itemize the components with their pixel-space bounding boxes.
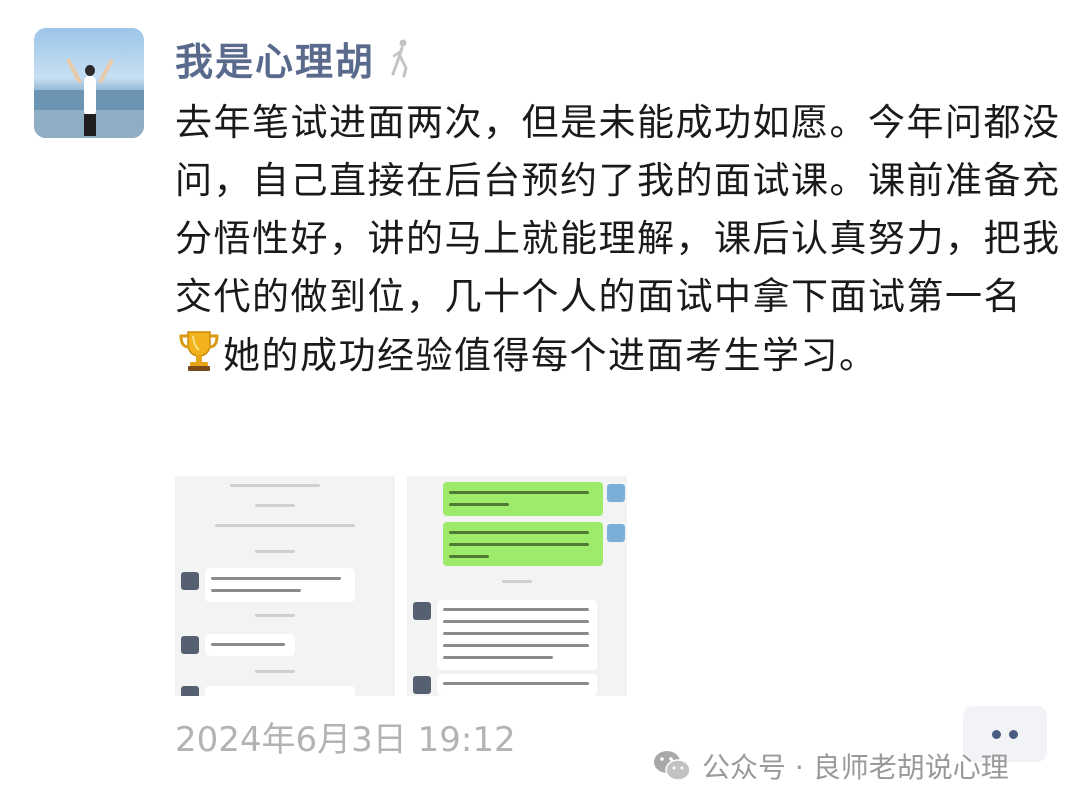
more-dots-icon bbox=[1009, 729, 1018, 739]
avatar-arm-right bbox=[98, 58, 114, 84]
post-text-part2: 她的成功经验值得每个进面考生学习。 bbox=[223, 334, 878, 377]
more-dots-icon bbox=[992, 729, 1001, 739]
time-line bbox=[255, 670, 295, 673]
text-line bbox=[443, 632, 589, 635]
trophy-icon bbox=[179, 331, 219, 371]
watermark: 公众号 · 良师老胡说心理 bbox=[652, 744, 1009, 788]
avatar-head bbox=[85, 65, 95, 76]
author-avatar[interactable] bbox=[34, 28, 144, 138]
avatar-legs bbox=[84, 114, 96, 136]
text-line bbox=[443, 620, 589, 623]
time-line bbox=[255, 614, 295, 617]
avatar-body bbox=[84, 76, 96, 116]
own-avatar bbox=[607, 524, 625, 542]
chat-bubble bbox=[437, 674, 597, 696]
text-line bbox=[443, 644, 589, 647]
avatar-arm-left bbox=[66, 58, 82, 84]
text-line bbox=[449, 543, 589, 546]
text-line bbox=[449, 491, 589, 494]
author-name[interactable]: 我是心理胡 bbox=[175, 31, 375, 86]
post-timestamp: 2024年6月3日 19:12 bbox=[175, 720, 516, 760]
walking-person-icon bbox=[391, 39, 408, 78]
text-line bbox=[443, 608, 589, 611]
chat-bubble bbox=[205, 568, 355, 602]
watermark-text: 公众号 · 良师老胡说心理 bbox=[702, 751, 1009, 784]
text-line bbox=[443, 656, 553, 659]
contact-avatar bbox=[413, 676, 431, 694]
contact-avatar bbox=[181, 686, 199, 696]
own-avatar bbox=[607, 484, 625, 502]
time-line bbox=[255, 550, 295, 553]
contact-avatar bbox=[181, 572, 199, 590]
chat-screenshot-1[interactable] bbox=[175, 476, 395, 696]
text-line bbox=[449, 531, 589, 534]
time-line bbox=[255, 504, 295, 507]
system-message-line bbox=[215, 524, 355, 527]
post-text: 去年笔试进面两次，但是未能成功如愿。今年问都没问，自己直接在后台预约了我的面试课… bbox=[175, 94, 1065, 385]
text-line bbox=[449, 555, 489, 558]
author-row: 我是心理胡 bbox=[175, 30, 411, 86]
text-line bbox=[211, 577, 341, 580]
text-line bbox=[211, 643, 285, 646]
chat-bubble bbox=[437, 600, 597, 670]
contact-avatar bbox=[181, 636, 199, 654]
chat-screenshot-2[interactable] bbox=[407, 476, 627, 696]
text-line bbox=[211, 589, 301, 592]
chat-bubble bbox=[205, 686, 355, 696]
wechat-icon bbox=[654, 751, 691, 781]
time-line bbox=[502, 580, 532, 583]
system-message-line bbox=[230, 484, 320, 487]
text-line bbox=[449, 503, 509, 506]
post-text-part1: 去年笔试进面两次，但是未能成功如愿。今年问都没问，自己直接在后台预约了我的面试课… bbox=[175, 101, 1061, 318]
chat-bubble-green bbox=[443, 522, 603, 566]
text-line bbox=[443, 682, 589, 685]
contact-avatar bbox=[413, 602, 431, 620]
chat-bubble bbox=[205, 634, 295, 656]
chat-bubble-green bbox=[443, 482, 603, 516]
